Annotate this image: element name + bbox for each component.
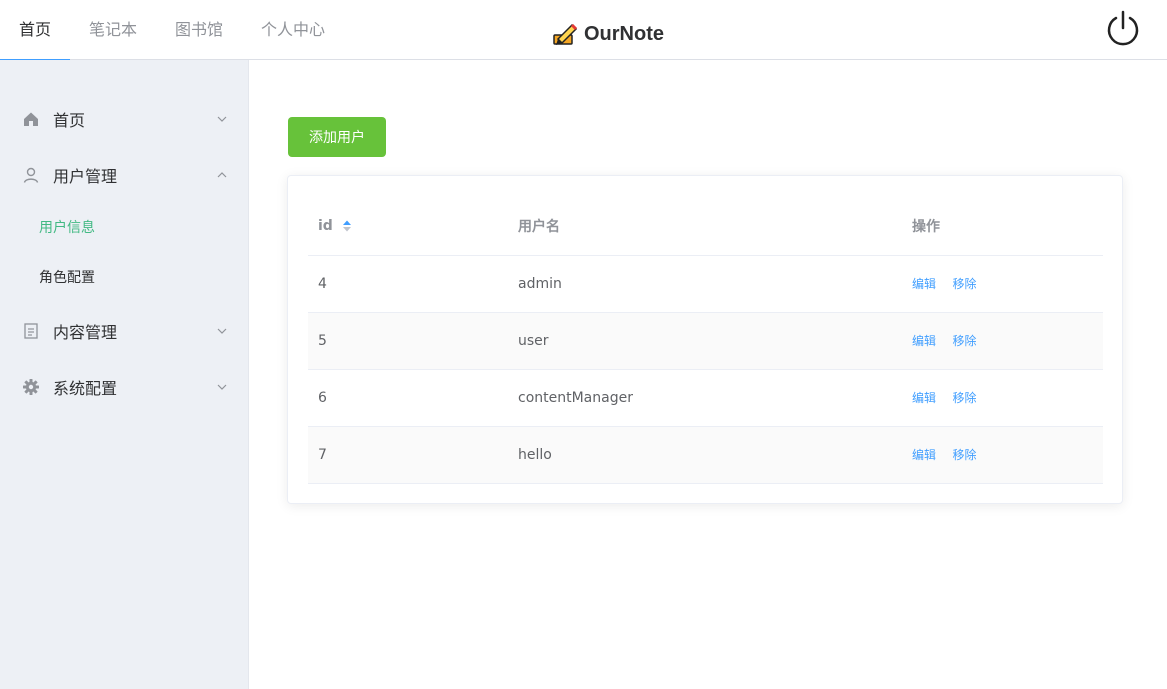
top-tabs: 首页 笔记本 图书馆 个人中心 (0, 0, 344, 61)
brand-name: OurNote (584, 22, 664, 45)
cell-actions: 编辑 移除 (902, 312, 1103, 370)
chevron-down-icon (217, 116, 227, 122)
brand: OurNote (552, 19, 664, 49)
table-row: 5 user 编辑 移除 (308, 312, 1103, 370)
column-header-label: id (318, 217, 333, 234)
document-icon (24, 323, 38, 339)
tab-profile[interactable]: 个人中心 (242, 0, 344, 60)
chevron-down-icon (217, 328, 227, 334)
cell-actions: 编辑 移除 (902, 426, 1103, 484)
gear-icon (23, 379, 39, 395)
column-header-actions: 操作 (902, 197, 1103, 256)
cell-id: 5 (308, 312, 508, 370)
tab-notebook[interactable]: 笔记本 (70, 0, 156, 60)
chevron-up-icon (217, 172, 227, 178)
top-navbar: 首页 笔记本 图书馆 个人中心 OurNote (0, 0, 1167, 61)
edit-link[interactable]: 编辑 (912, 334, 936, 348)
remove-link[interactable]: 移除 (952, 277, 976, 291)
sort-icon[interactable] (342, 219, 352, 233)
cell-id: 7 (308, 426, 508, 484)
column-header-username: 用户名 (508, 197, 902, 256)
user-icon (23, 167, 39, 183)
power-icon[interactable] (1104, 10, 1142, 48)
sidebar-menu: 首页 用户管理 用户信息 角色配置 内容管理 系统配置 (0, 60, 248, 415)
table-row: 7 hello 编辑 移除 (308, 426, 1103, 484)
edit-link[interactable]: 编辑 (912, 448, 936, 462)
cell-actions: 编辑 移除 (902, 369, 1103, 427)
sidebar-item-home[interactable]: 首页 (0, 91, 248, 147)
sidebar-item-user-management[interactable]: 用户管理 (0, 147, 248, 203)
edit-link[interactable]: 编辑 (912, 277, 936, 291)
sidebar-item-label: 内容管理 (53, 323, 118, 342)
cell-id: 4 (308, 255, 508, 313)
sidebar-item-content-management[interactable]: 内容管理 (0, 303, 248, 359)
table-row: 4 admin 编辑 移除 (308, 255, 1103, 313)
sidebar-item-label: 首页 (53, 111, 86, 130)
tab-home[interactable]: 首页 (0, 0, 71, 61)
chevron-down-icon (217, 384, 227, 390)
home-icon (24, 112, 38, 126)
sidebar-item-label: 系统配置 (53, 379, 118, 398)
pencil-logo-icon (553, 23, 578, 45)
cell-actions: 编辑 移除 (902, 255, 1103, 313)
remove-link[interactable]: 移除 (952, 334, 976, 348)
cell-username: user (508, 312, 902, 370)
cell-id: 6 (308, 369, 508, 427)
table-header-row: id 用户名 操作 (308, 197, 1103, 256)
sidebar-item-system-config[interactable]: 系统配置 (0, 359, 248, 415)
column-header-id[interactable]: id (308, 197, 508, 256)
cell-username: contentManager (508, 369, 902, 427)
cell-username: admin (508, 255, 902, 313)
sidebar-subitem-role-config[interactable]: 角色配置 (0, 253, 248, 303)
sidebar-item-label: 用户管理 (53, 167, 118, 186)
edit-link[interactable]: 编辑 (912, 391, 936, 405)
sidebar: 首页 用户管理 用户信息 角色配置 内容管理 系统配置 (0, 60, 249, 689)
add-user-button[interactable]: 添加用户 (288, 117, 386, 157)
remove-link[interactable]: 移除 (952, 391, 976, 405)
tab-library[interactable]: 图书馆 (156, 0, 242, 60)
cell-username: hello (508, 426, 902, 484)
user-table-card: id 用户名 操作 4 admin 编辑 移除 5 user 编辑 移除 6 c… (287, 175, 1123, 504)
sidebar-subitem-user-info[interactable]: 用户信息 (0, 203, 248, 253)
table-row: 6 contentManager 编辑 移除 (308, 369, 1103, 427)
user-table: id 用户名 操作 4 admin 编辑 移除 5 user 编辑 移除 6 c… (308, 197, 1103, 484)
remove-link[interactable]: 移除 (952, 448, 976, 462)
